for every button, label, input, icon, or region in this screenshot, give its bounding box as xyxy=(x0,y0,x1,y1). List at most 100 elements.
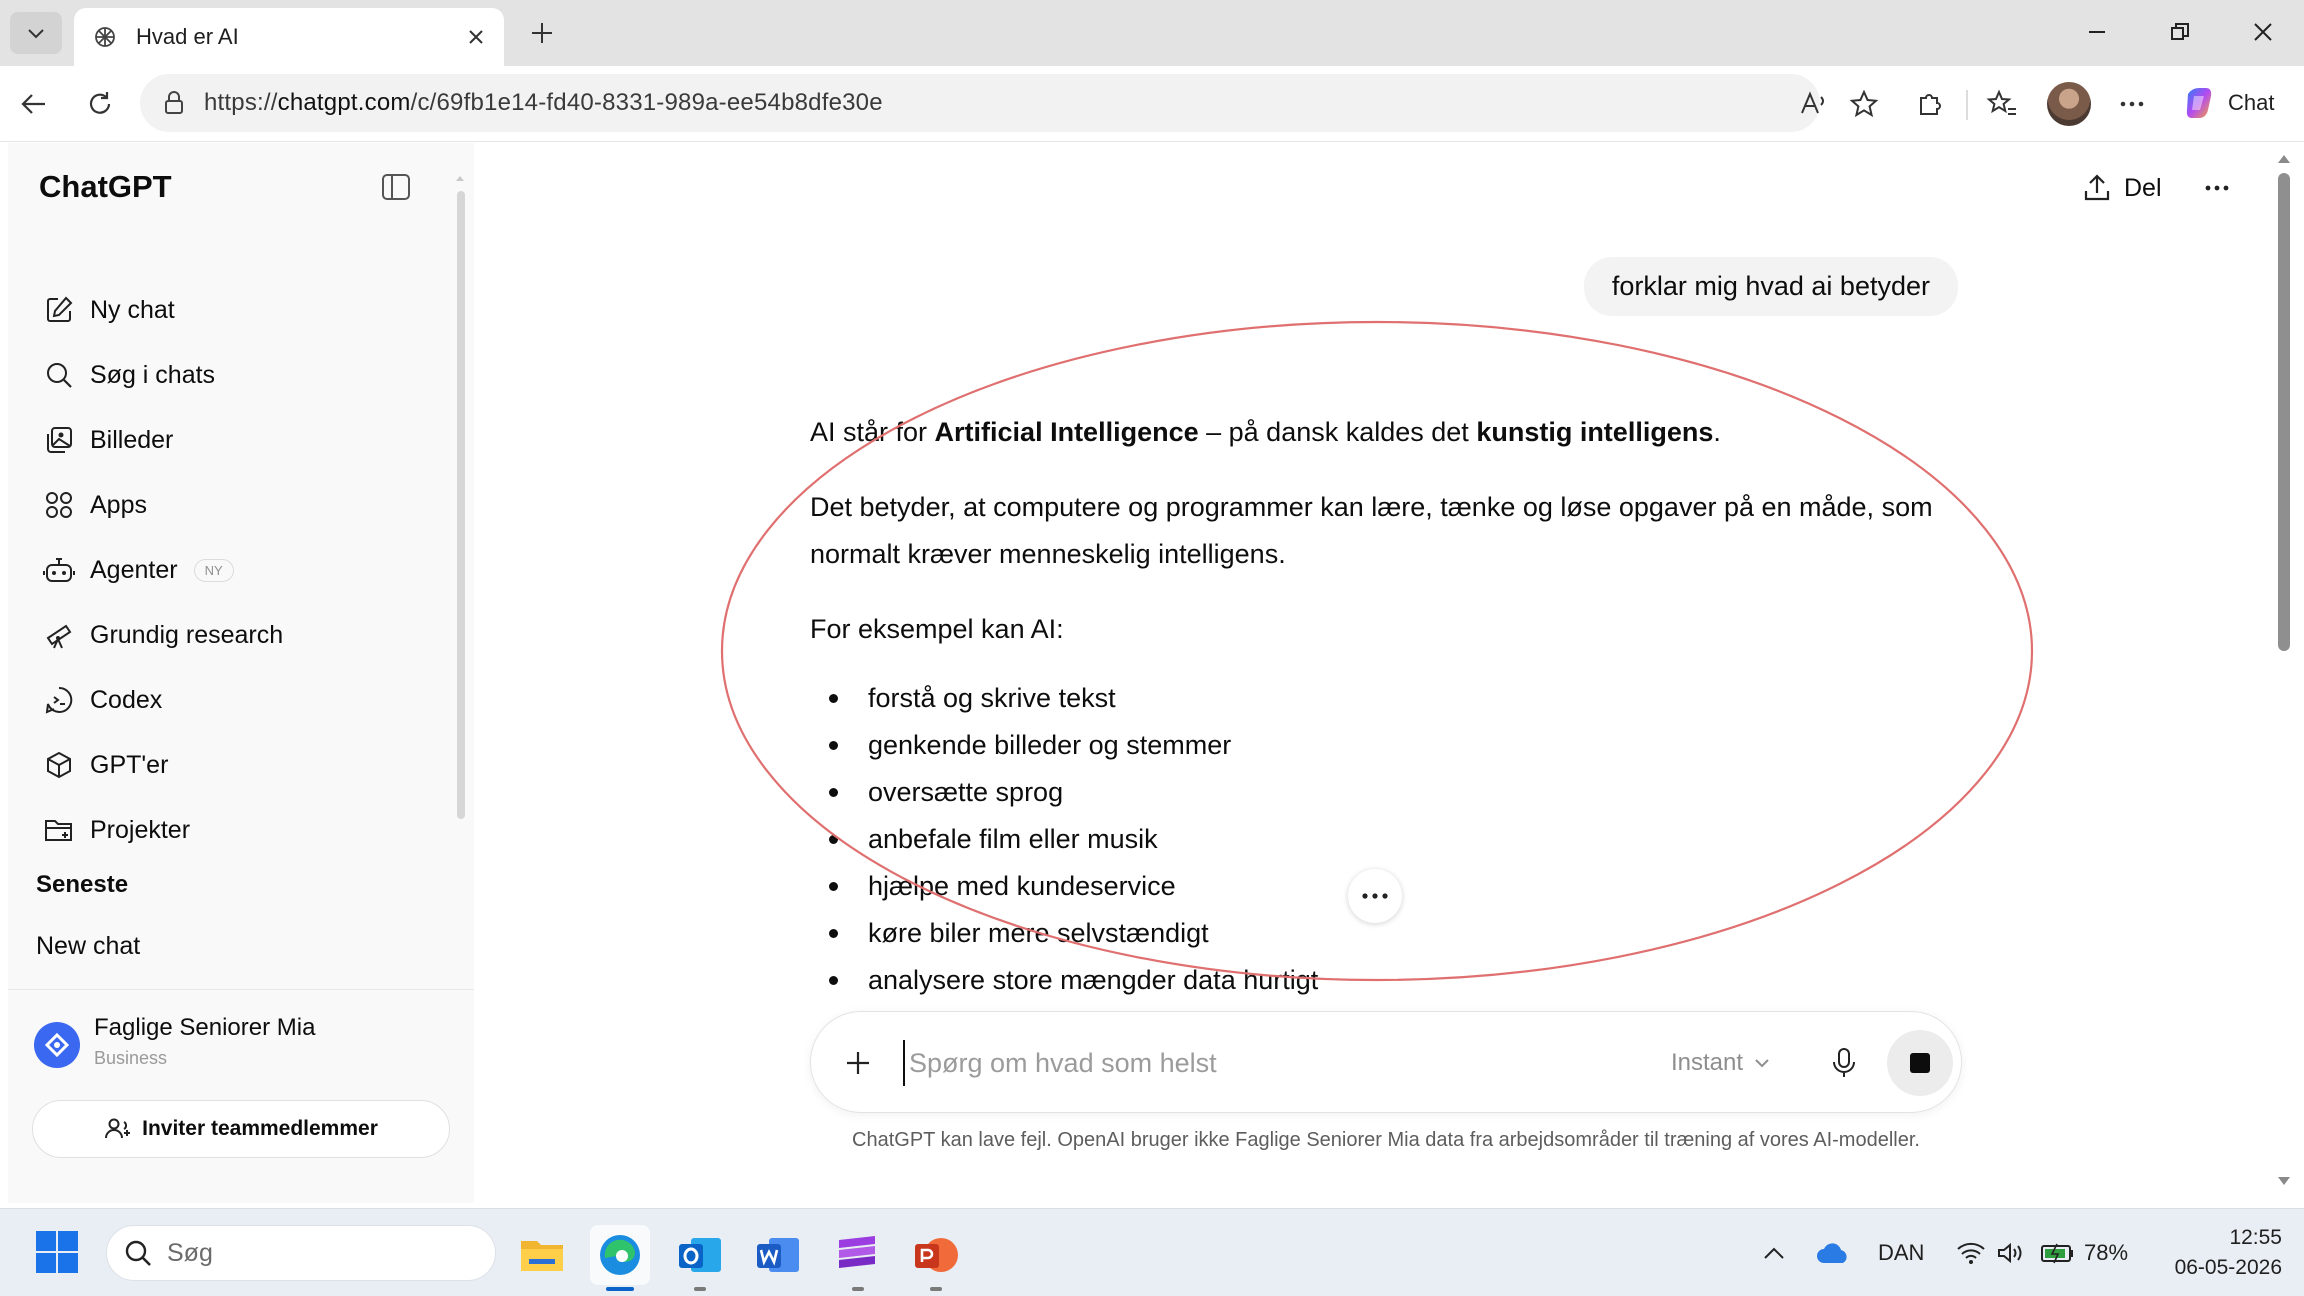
sidebar-item-apps[interactable]: Apps xyxy=(30,478,450,532)
telescope-icon xyxy=(42,618,76,652)
clock-time: 12:55 xyxy=(2229,1226,2282,1249)
puzzle-icon xyxy=(1920,94,1941,115)
onedrive-button[interactable] xyxy=(1816,1235,1850,1271)
workspace-name[interactable]: Faglige Seniorer Mia xyxy=(94,1014,315,1042)
read-aloud-button[interactable] xyxy=(1792,82,1836,126)
add-people-icon xyxy=(105,1118,131,1139)
battery-button[interactable]: 78% xyxy=(2040,1235,2128,1271)
sidebar-item-deep-research[interactable]: Grundig research xyxy=(30,608,450,662)
settings-more-button[interactable] xyxy=(2110,82,2154,126)
folder-icon xyxy=(521,1241,563,1271)
sidebar-item-agents[interactable]: Agenter NY xyxy=(30,543,450,597)
taskbar-onenote[interactable] xyxy=(828,1225,888,1291)
clock[interactable]: 12:55 06-05-2026 xyxy=(2152,1223,2282,1283)
scroll-up-arrow-icon xyxy=(456,176,464,181)
main-scroll-thumb xyxy=(2278,173,2290,651)
browser-tab-strip: Hvad er AI xyxy=(0,0,2304,66)
list-item: analysere store mængder data hurtigt xyxy=(810,957,1950,1004)
tab-close-button[interactable] xyxy=(456,17,496,57)
profile-avatar[interactable] xyxy=(2047,82,2091,126)
sidebar-scroll-thumb[interactable] xyxy=(457,191,465,819)
workspace-plan: Business xyxy=(94,1048,168,1068)
invite-label: Inviter teammedlemmer xyxy=(142,1117,378,1140)
copilot-chat-button[interactable]: Chat xyxy=(2172,78,2294,128)
taskbar-file-explorer[interactable] xyxy=(512,1225,572,1285)
tab-list-button[interactable] xyxy=(10,12,62,54)
extensions-button[interactable] xyxy=(1908,82,1952,126)
favorite-button[interactable] xyxy=(1842,82,1886,126)
chatgpt-favicon-icon xyxy=(95,27,115,47)
sidebar-item-projects[interactable]: Projekter xyxy=(30,803,450,857)
recent-chat-item[interactable]: New chat xyxy=(30,919,450,973)
workspace-logo[interactable] xyxy=(34,1022,80,1068)
lock-icon xyxy=(165,91,183,114)
outlook-icon xyxy=(679,1238,721,1272)
answer-bullet-list: forstå og skrive tekst genkende billeder… xyxy=(810,675,1950,1004)
workspace-logo-icon xyxy=(44,1032,70,1058)
restore-icon xyxy=(2171,23,2189,40)
close-icon xyxy=(2254,23,2272,41)
windows-start-icon[interactable] xyxy=(34,1229,80,1275)
cube-icon xyxy=(42,748,76,782)
invite-members-button[interactable]: Inviter teammedlemmer xyxy=(32,1100,450,1158)
add-attachment-button[interactable] xyxy=(837,1042,879,1084)
arrow-left-icon xyxy=(21,94,45,114)
agent-icon xyxy=(42,553,76,587)
model-select-label: Instant xyxy=(1671,1049,1744,1076)
sidebar-item-images[interactable]: Billeder xyxy=(30,413,450,467)
close-window-button[interactable] xyxy=(2228,10,2298,54)
taskbar-powerpoint[interactable] xyxy=(906,1225,966,1291)
apps-icon xyxy=(42,488,76,522)
model-select[interactable]: Instant xyxy=(1671,1040,1771,1086)
sidebar-item-new-chat[interactable]: Ny chat xyxy=(30,283,450,337)
plus-icon xyxy=(847,1052,869,1074)
sidebar-item-search-chats[interactable]: Søg i chats xyxy=(30,348,450,402)
new-tab-button[interactable] xyxy=(520,12,564,54)
onenote-icon xyxy=(839,1236,875,1268)
taskbar-outlook[interactable] xyxy=(670,1225,730,1291)
clock-date: 06-05-2026 xyxy=(2174,1256,2282,1279)
read-aloud-icon xyxy=(1801,91,1824,114)
site-info-button[interactable] xyxy=(154,83,194,123)
taskbar-edge[interactable] xyxy=(590,1225,650,1291)
taskbar-search[interactable]: Søg xyxy=(106,1225,496,1281)
answer-paragraph-3: For eksempel kan AI: xyxy=(810,614,1064,644)
answer-paragraph-1: AI står for Artificial Intelligence – på… xyxy=(810,417,1721,447)
favorites-button[interactable] xyxy=(1980,82,2024,126)
conversation-options-button[interactable] xyxy=(2194,165,2240,211)
dictate-button[interactable] xyxy=(1821,1040,1867,1086)
address-bar[interactable]: https://chatgpt.com/c/69fb1e14-fd40-8331… xyxy=(140,74,1820,132)
reload-button[interactable] xyxy=(78,82,122,126)
close-sidebar-button[interactable] xyxy=(378,169,414,205)
back-button[interactable] xyxy=(12,82,56,126)
share-button[interactable]: Del xyxy=(2082,165,2162,211)
search-icon xyxy=(42,358,76,392)
main-scrollbar[interactable] xyxy=(2272,143,2296,1203)
tab-active[interactable]: Hvad er AI xyxy=(74,8,504,66)
windows-taskbar: Søg DAN 78% 12:55 06-05-2026 xyxy=(0,1208,2304,1296)
powerpoint-icon xyxy=(915,1238,958,1272)
folder-icon xyxy=(42,813,76,847)
cloud-icon xyxy=(1817,1243,1847,1263)
stop-generating-button[interactable] xyxy=(1887,1030,1953,1096)
sidebar-item-gpts[interactable]: GPT'er xyxy=(30,738,450,792)
floating-more-button[interactable] xyxy=(1348,869,1402,923)
wifi-button[interactable] xyxy=(1956,1235,1986,1271)
favorites-icon xyxy=(1986,89,2016,115)
list-item: genkende billeder og stemmer xyxy=(810,722,1950,769)
user-message: forklar mig hvad ai betyder xyxy=(1583,257,1958,316)
sidebar-item-codex[interactable]: Codex xyxy=(30,673,450,727)
language-indicator[interactable]: DAN xyxy=(1878,1235,1924,1271)
sidebar-item-label: Ny chat xyxy=(90,295,175,324)
sidebar-scrollbar[interactable] xyxy=(454,173,466,819)
search-icon xyxy=(125,1240,151,1266)
restore-button[interactable] xyxy=(2145,10,2215,54)
prompt-input[interactable] xyxy=(903,1040,1603,1086)
volume-button[interactable] xyxy=(1996,1235,2026,1271)
battery-charging-icon xyxy=(2041,1243,2073,1264)
tray-overflow-button[interactable] xyxy=(1762,1235,1786,1271)
minimize-button[interactable] xyxy=(2062,10,2132,54)
tab-title: Hvad er AI xyxy=(136,24,239,49)
stop-icon xyxy=(1910,1053,1930,1073)
taskbar-word[interactable] xyxy=(748,1225,808,1285)
